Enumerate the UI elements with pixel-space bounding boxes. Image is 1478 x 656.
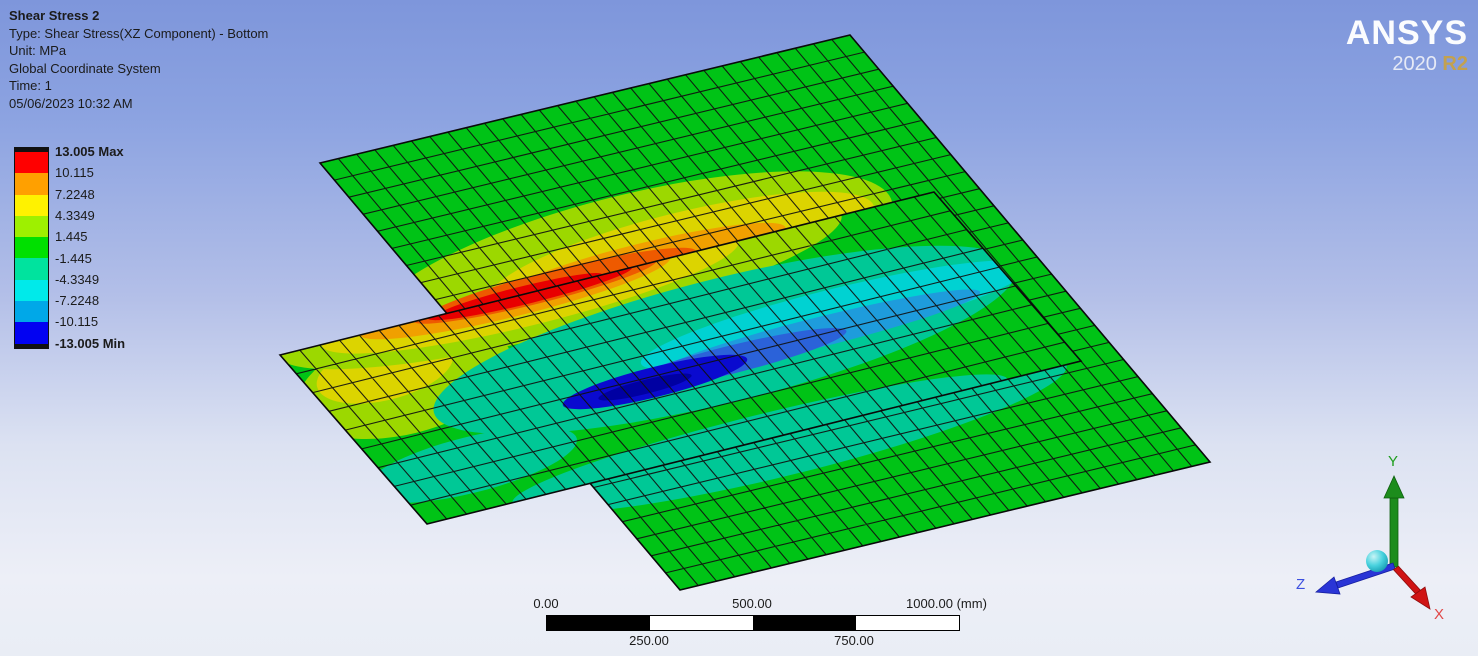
ansys-brand-text: ANSYS (1345, 14, 1468, 52)
legend-label: -10.115 (55, 314, 99, 330)
ruler-bar (546, 615, 960, 631)
legend-label: -1.445 (55, 250, 92, 266)
legend-label: 1.445 (55, 229, 88, 245)
ansys-version-text: 2020 R2 (1392, 53, 1468, 75)
x-axis-arrow[interactable] (1392, 565, 1431, 610)
legend-label: 4.3349 (55, 207, 95, 223)
z-axis-label[interactable]: Z (1296, 576, 1305, 593)
color-band (15, 215, 48, 238)
result-title: Shear Stress 2 (9, 8, 100, 23)
color-band (15, 194, 48, 216)
legend-label: 10.115 (55, 165, 94, 181)
ruler-segment (547, 616, 650, 630)
ansys-viewport: Y Z X Shear Stress 2 Type: Shear Stress(… (0, 0, 1478, 656)
x-axis-label[interactable]: X (1434, 606, 1444, 623)
result-info-block: Shear Stress 2 Type: Shear Stress(XZ Com… (9, 7, 268, 112)
ruler-label-500: 500.00 (732, 596, 772, 611)
color-band (15, 301, 48, 323)
result-date: 05/06/2023 10:32 AM (9, 95, 133, 111)
legend-label: -4.3349 (55, 271, 100, 287)
result-coordinate-system: Global Coordinate System (9, 60, 161, 76)
ruler-segment (650, 616, 753, 630)
colorbar (14, 147, 49, 349)
legend-label: 13.005 Max (55, 144, 124, 159)
ruler-label-1000: 1000.00 (mm) (906, 596, 987, 611)
color-band (15, 279, 48, 302)
ruler-label-0: 0.00 (533, 596, 559, 611)
ruler-segment (753, 616, 856, 630)
legend-label: -13.005 Min (55, 335, 126, 351)
color-band (15, 173, 48, 195)
result-time: Time: 1 (9, 78, 52, 93)
ruler-segment (856, 616, 959, 630)
y-axis-arrow[interactable] (1383, 475, 1405, 568)
legend-label: 7.2248 (55, 186, 95, 202)
ruler-label-250: 250.00 (629, 633, 669, 648)
ruler-label-750: 750.00 (834, 633, 874, 648)
color-band (15, 237, 48, 259)
isometric-ball[interactable] (1366, 550, 1388, 572)
result-unit: Unit: MPa (9, 43, 67, 58)
color-band (15, 258, 48, 280)
y-axis-label[interactable]: Y (1388, 453, 1398, 470)
color-band (15, 322, 48, 344)
orientation-triad[interactable]: Y Z X (1296, 453, 1444, 623)
color-band (15, 152, 48, 174)
result-type: Type: Shear Stress(XZ Component) - Botto… (9, 25, 269, 41)
legend-label: -7.2248 (55, 293, 100, 309)
ansys-logo: ANSYS 2020 R2 (1346, 16, 1468, 74)
ansys-release-text: R2 (1442, 53, 1468, 75)
